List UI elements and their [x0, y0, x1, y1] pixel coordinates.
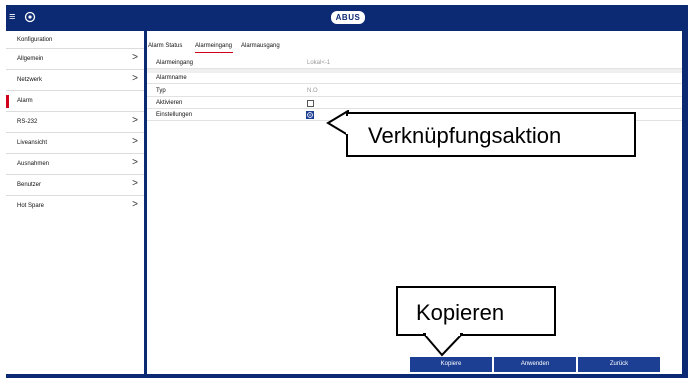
tab-alarmeingang[interactable]: Alarmeingang	[195, 43, 232, 49]
chevron-right-icon: >	[132, 115, 138, 126]
aktivieren-checkbox[interactable]	[307, 100, 314, 107]
sidebar-item-label: Alarm	[17, 98, 33, 104]
sidebar: Konfiguration Allgemein > Netzwerk > Ala…	[6, 31, 144, 374]
sidebar-item-label: Netzwerk	[17, 77, 43, 83]
settings-gear-icon[interactable]	[306, 111, 314, 119]
chevron-right-icon: >	[132, 73, 138, 84]
callout-text: Verknüpfungsaktion	[368, 123, 562, 148]
row-typ: Typ N.O	[147, 86, 682, 97]
chevron-right-icon: >	[132, 136, 138, 147]
zurueck-button[interactable]: Zurück	[578, 357, 660, 372]
row-alarmname: Alarmname	[147, 73, 682, 84]
alarmeingang-value: Lokal<-1	[307, 60, 331, 66]
field-label: Aktivieren	[156, 100, 183, 106]
sidebar-item-label: RS-232	[17, 119, 38, 125]
top-bar: ≡ ABUS	[6, 5, 688, 31]
active-tab-underline	[195, 52, 233, 53]
callout-joint	[346, 116, 349, 134]
sidebar-item-hot-spare[interactable]: Hot Spare >	[6, 195, 144, 216]
sidebar-item-label: Hot Spare	[17, 203, 45, 209]
callout-text: Kopieren	[416, 300, 505, 325]
tab-alarm-status[interactable]: Alarm Status	[148, 43, 182, 49]
sidebar-item-ausnahmen[interactable]: Ausnahmen >	[6, 153, 144, 174]
sidebar-item-label: Allgemein	[17, 56, 44, 62]
chevron-right-icon: >	[132, 52, 138, 63]
sidebar-item-netzwerk[interactable]: Netzwerk >	[6, 69, 144, 90]
sidebar-item-benutzer[interactable]: Benutzer >	[6, 174, 144, 195]
gear-icon[interactable]	[24, 11, 36, 23]
chevron-right-icon: >	[132, 157, 138, 168]
kopiere-button[interactable]: Kopiere	[410, 357, 492, 372]
sidebar-item-label: Liveansicht	[17, 140, 48, 146]
sidebar-item-liveansicht[interactable]: Liveansicht >	[6, 132, 144, 153]
sidebar-item-label: Ausnahmen	[17, 161, 50, 167]
active-indicator	[6, 95, 9, 108]
chevron-right-icon: >	[132, 178, 138, 189]
abus-logo: ABUS	[331, 11, 365, 24]
sidebar-item-rs232[interactable]: RS-232 >	[6, 111, 144, 132]
sidebar-item-alarm[interactable]: Alarm	[6, 90, 144, 111]
typ-select[interactable]: N.O	[307, 88, 318, 94]
chevron-right-icon: >	[132, 199, 138, 210]
field-label: Alarmname	[156, 75, 187, 81]
field-label: Typ	[156, 88, 166, 94]
row-aktivieren: Aktivieren	[147, 98, 682, 109]
row-alarmeingang: Alarmeingang Lokal<-1	[147, 58, 682, 69]
sidebar-item-label: Benutzer	[17, 182, 42, 188]
callout-kopieren: Kopieren	[396, 286, 556, 336]
field-label: Einstellungen	[156, 112, 193, 118]
sidebar-item-allgemein[interactable]: Allgemein >	[6, 48, 144, 69]
anwenden-button[interactable]: Anwenden	[494, 357, 576, 372]
field-label: Alarmeingang	[156, 60, 194, 66]
callout-verknuepfungsaktion: Verknüpfungsaktion	[346, 112, 636, 157]
callout-pointer-down	[423, 333, 463, 357]
hamburger-icon[interactable]: ≡	[9, 11, 21, 23]
tab-alarmausgang[interactable]: Alarmausgang	[241, 43, 280, 49]
sidebar-title: Konfiguration	[17, 37, 53, 43]
